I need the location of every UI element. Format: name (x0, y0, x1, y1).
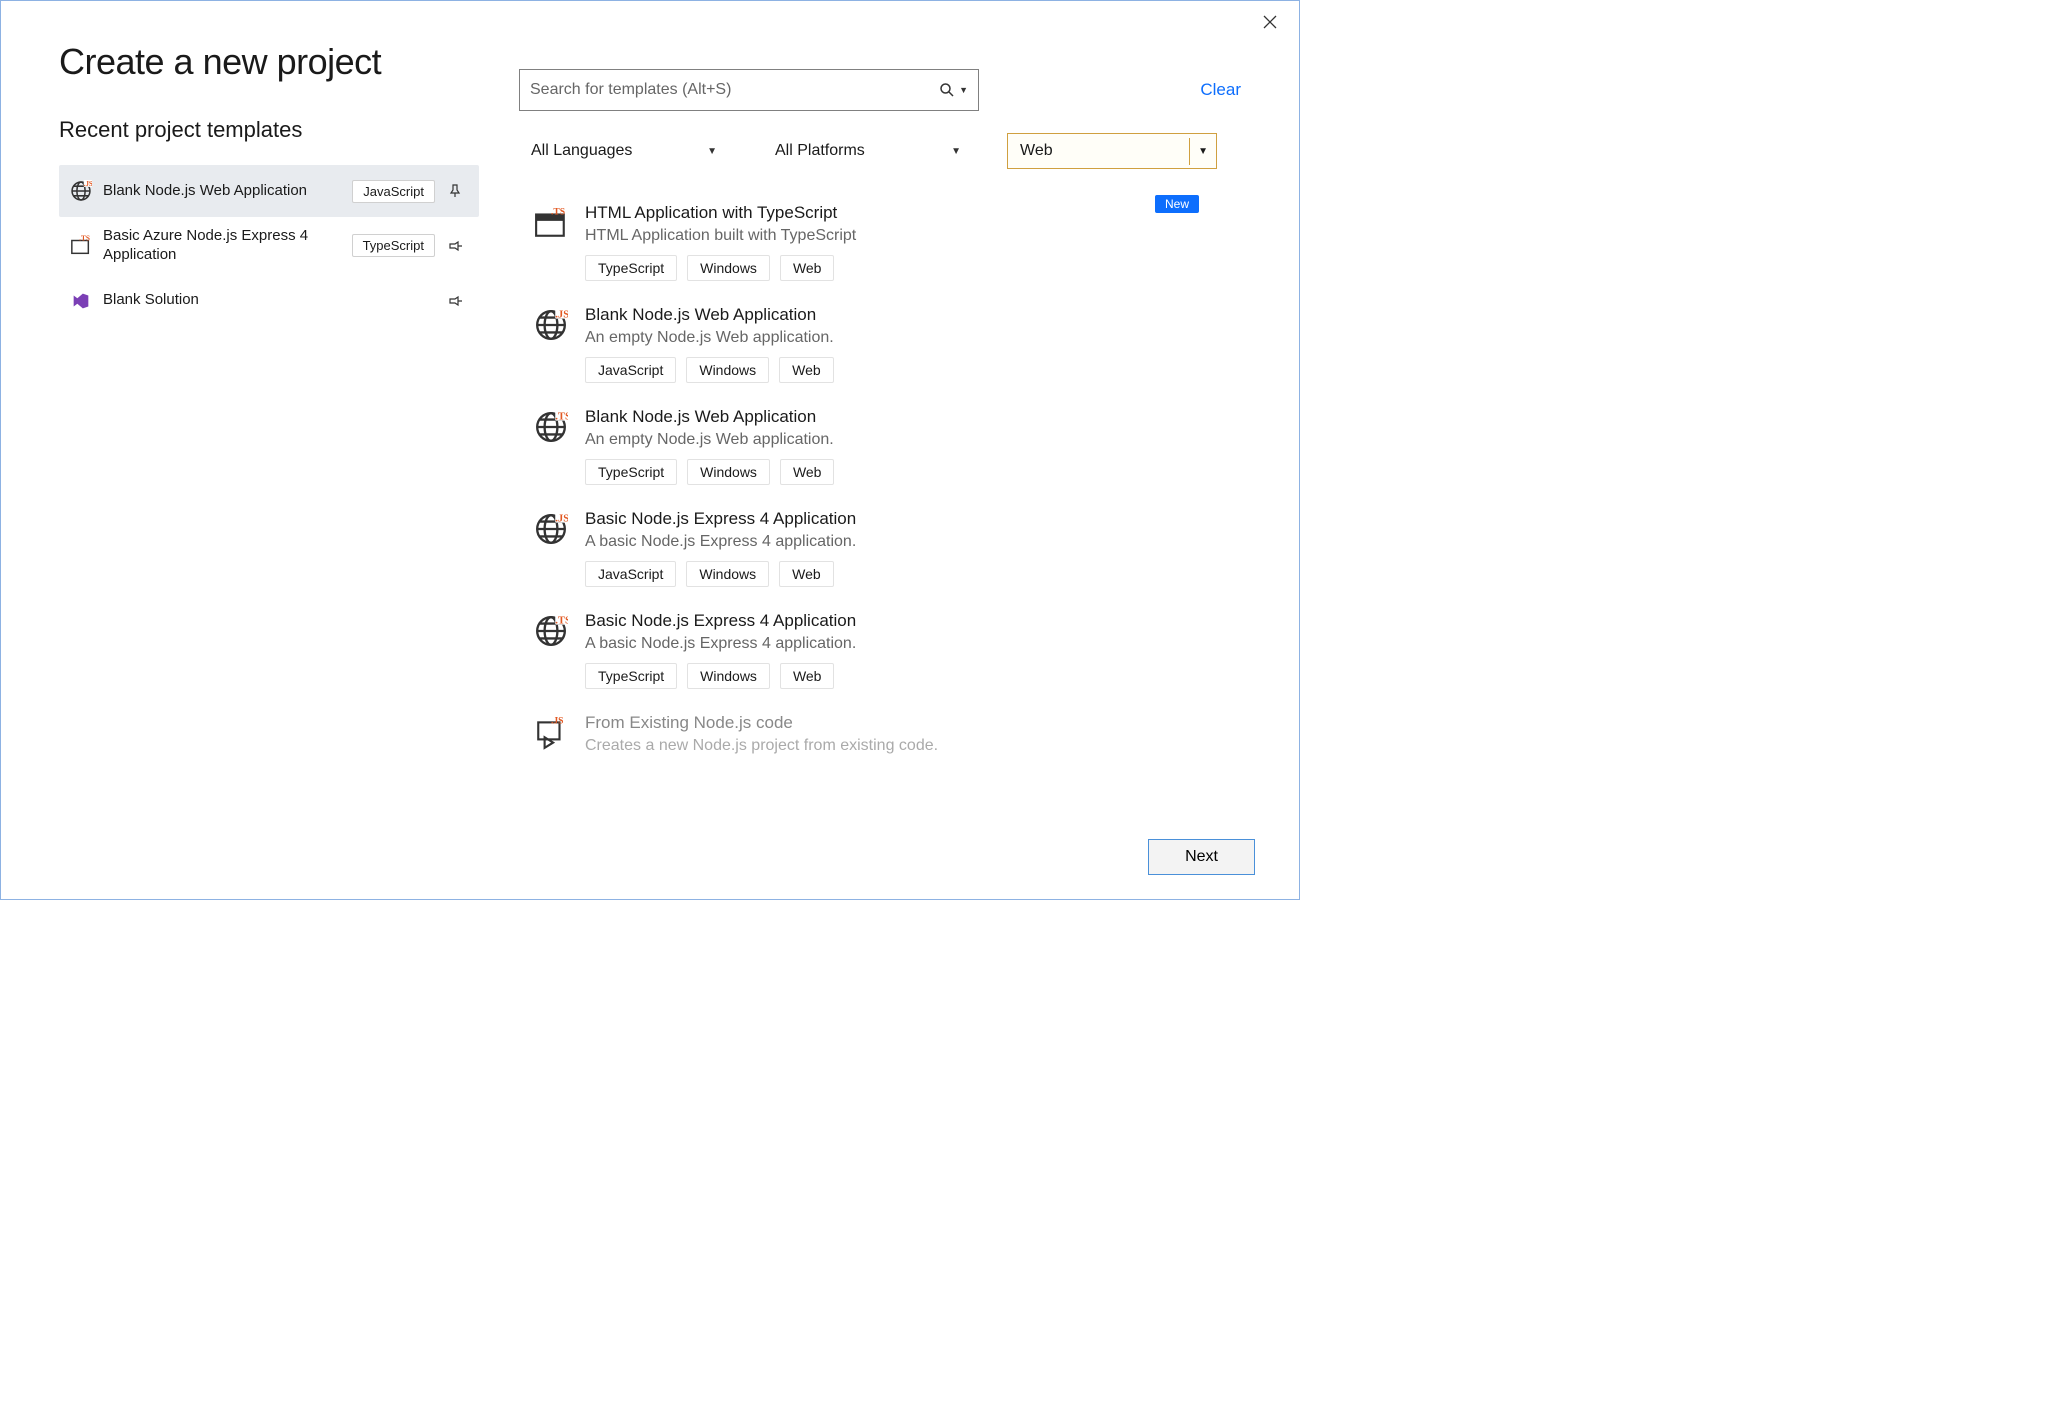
search-icon (939, 82, 955, 98)
left-column: Create a new project Recent project temp… (59, 41, 479, 809)
template-tag: Windows (687, 459, 770, 485)
template-description: An empty Node.js Web application. (585, 431, 1235, 449)
recent-template-item[interactable]: .JS Blank Node.js Web Application JavaSc… (59, 165, 479, 217)
template-title: From Existing Node.js code (585, 713, 1235, 733)
template-description: Creates a new Node.js project from exist… (585, 737, 1235, 755)
template-tag: Windows (687, 663, 770, 689)
recent-templates-list: .JS Blank Node.js Web Application JavaSc… (59, 165, 479, 327)
recent-template-lang: JavaScript (352, 180, 435, 203)
template-tag: Web (780, 459, 835, 485)
template-icon (69, 289, 93, 313)
clear-link[interactable]: Clear (1200, 80, 1241, 100)
svg-text:.JS: .JS (551, 716, 563, 726)
new-badge: New (1155, 195, 1199, 213)
template-icon: .JS (69, 179, 93, 203)
svg-text:.JS: .JS (84, 181, 92, 188)
template-description: A basic Node.js Express 4 application. (585, 635, 1235, 653)
svg-text:.TS: .TS (551, 207, 565, 218)
close-icon (1263, 15, 1277, 29)
template-tag: Windows (687, 255, 770, 281)
pin-icon[interactable] (449, 295, 469, 307)
template-tag: Windows (686, 561, 769, 587)
template-icon: .TS (533, 613, 569, 649)
template-title: Basic Node.js Express 4 Application (585, 509, 1235, 529)
template-item[interactable]: .TS HTML Application with TypeScript HTM… (519, 193, 1241, 295)
template-item[interactable]: .JS Blank Node.js Web Application An emp… (519, 295, 1241, 397)
pin-icon[interactable] (449, 240, 469, 252)
template-description: An empty Node.js Web application. (585, 329, 1235, 347)
template-item[interactable]: .JS Basic Node.js Express 4 Application … (519, 499, 1241, 601)
template-tags: JavaScript Windows Web (585, 561, 1235, 587)
template-icon: .TS (533, 205, 569, 241)
filter-platform-label: All Platforms (775, 142, 865, 160)
svg-text:.TS: .TS (555, 412, 568, 423)
template-tags: TypeScript Windows Web (585, 663, 1235, 689)
template-icon: .JS (533, 715, 569, 751)
svg-text:.JS: .JS (555, 310, 568, 321)
template-icon: .JS (533, 511, 569, 547)
template-description: HTML Application built with TypeScript (585, 227, 1235, 245)
template-title: Basic Node.js Express 4 Application (585, 611, 1235, 631)
svg-text:.TS: .TS (79, 235, 90, 243)
chevron-down-icon: ▼ (707, 146, 717, 157)
template-item[interactable]: .TS Basic Node.js Express 4 Application … (519, 601, 1241, 703)
template-tag: Web (780, 255, 835, 281)
filter-row: All Languages ▼ All Platforms ▼ Web ▼ (519, 133, 1241, 169)
template-title: HTML Application with TypeScript (585, 203, 1235, 223)
recent-template-label: Blank Node.js Web Application (103, 182, 342, 201)
search-dropdown-caret[interactable]: ▼ (959, 85, 968, 95)
search-input[interactable] (530, 81, 939, 99)
template-tag: Windows (686, 357, 769, 383)
search-box[interactable]: ▼ (519, 69, 979, 111)
template-icon: .TS (533, 409, 569, 445)
chevron-down-icon: ▼ (951, 146, 961, 157)
svg-text:.JS: .JS (555, 514, 568, 525)
page-title: Create a new project (59, 41, 479, 83)
template-tags: TypeScript Windows Web (585, 459, 1235, 485)
template-tag: Web (779, 561, 834, 587)
template-tag: JavaScript (585, 357, 676, 383)
chevron-down-icon: ▼ (1189, 138, 1216, 165)
template-tag: TypeScript (585, 255, 677, 281)
filter-language[interactable]: All Languages ▼ (519, 134, 729, 168)
template-item[interactable]: .JS From Existing Node.js code Creates a… (519, 703, 1241, 779)
recent-template-item[interactable]: Blank Solution (59, 275, 479, 327)
template-title: Blank Node.js Web Application (585, 407, 1235, 427)
pin-icon[interactable] (449, 184, 469, 198)
filter-project-type[interactable]: Web ▼ (1007, 133, 1217, 169)
recent-template-label: Basic Azure Node.js Express 4 Applicatio… (103, 227, 342, 265)
template-description: A basic Node.js Express 4 application. (585, 533, 1235, 551)
recent-heading: Recent project templates (59, 117, 479, 143)
filter-language-label: All Languages (531, 142, 632, 160)
next-button[interactable]: Next (1148, 839, 1255, 875)
template-tag: TypeScript (585, 459, 677, 485)
filter-project-type-label: Web (1008, 134, 1189, 168)
svg-text:.TS: .TS (555, 616, 568, 627)
template-title: Blank Node.js Web Application (585, 305, 1235, 325)
recent-template-lang: TypeScript (352, 234, 435, 257)
recent-template-item[interactable]: .TS Basic Azure Node.js Express 4 Applic… (59, 217, 479, 275)
recent-template-label: Blank Solution (103, 291, 351, 310)
filter-platform[interactable]: All Platforms ▼ (763, 134, 973, 168)
template-icon: .TS (69, 234, 93, 258)
template-tag: Web (780, 663, 835, 689)
template-tags: JavaScript Windows Web (585, 357, 1235, 383)
template-tags: TypeScript Windows Web (585, 255, 1235, 281)
template-tag: Web (779, 357, 834, 383)
template-icon: .JS (533, 307, 569, 343)
template-tag: TypeScript (585, 663, 677, 689)
template-list: .TS HTML Application with TypeScript HTM… (519, 193, 1241, 809)
template-tag: JavaScript (585, 561, 676, 587)
right-column: ▼ Clear All Languages ▼ All Platforms ▼ … (519, 41, 1241, 809)
close-button[interactable] (1255, 11, 1285, 33)
template-item[interactable]: .TS Blank Node.js Web Application An emp… (519, 397, 1241, 499)
